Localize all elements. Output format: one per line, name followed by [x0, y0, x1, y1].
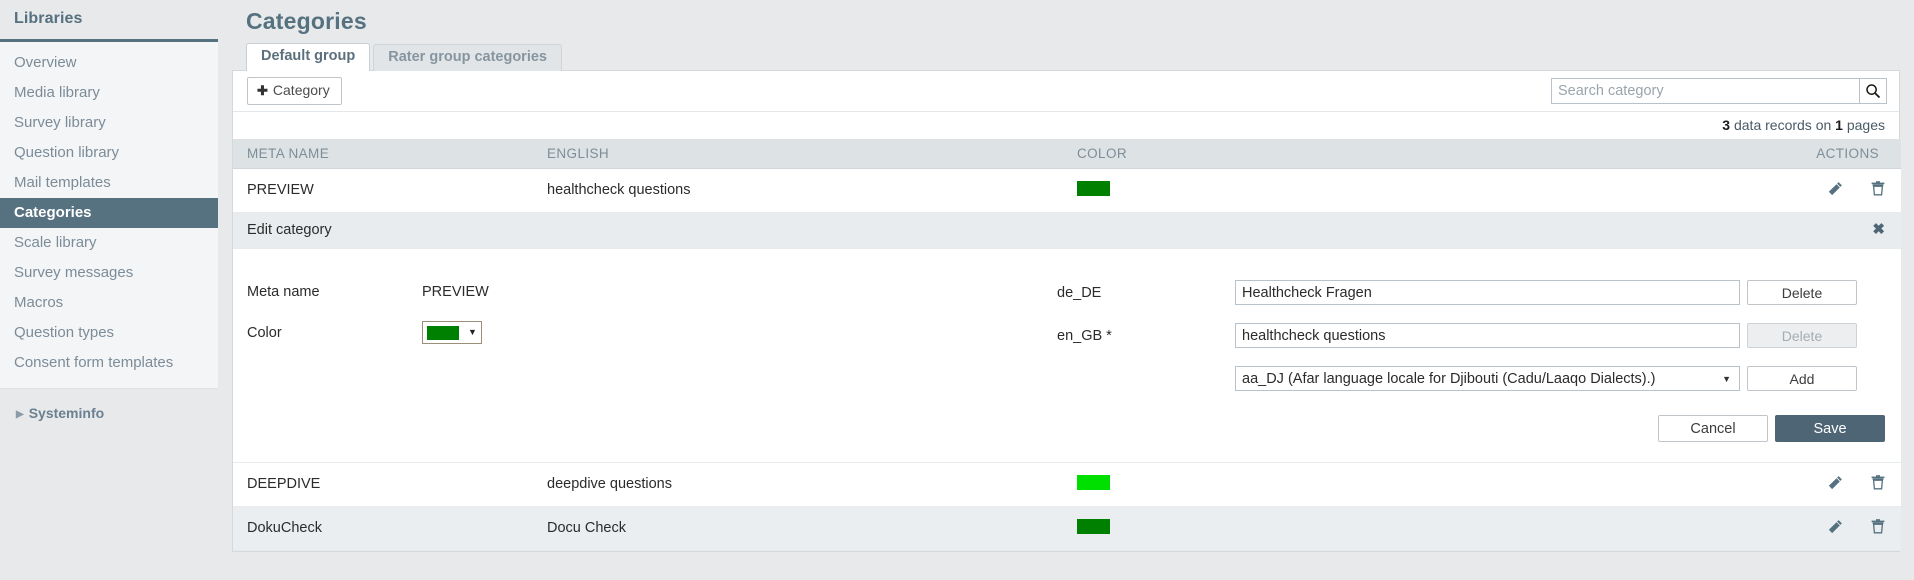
color-picker-swatch [427, 325, 459, 340]
tab-rater-group-categories[interactable]: Rater group categories [373, 44, 562, 71]
table-header: META NAME ENGLISH COLOR ACTIONS [233, 139, 1901, 169]
cell-actions [1623, 168, 1901, 213]
systeminfo-toggle[interactable]: ▶ Systeminfo [16, 405, 218, 421]
tab-default-group[interactable]: Default group [246, 43, 371, 71]
meta-name-value: PREVIEW [422, 283, 489, 300]
categories-table: META NAME ENGLISH COLOR ACTIONS PREVIEW … [233, 139, 1901, 551]
sidebar-item-consent-form-templates[interactable]: Consent form templates [0, 348, 218, 378]
edit-category-body-row: Meta name PREVIEW Color ▼ de_DE Healthch… [233, 248, 1901, 463]
color-label: Color [247, 324, 282, 341]
cell-meta-name: DEEPDIVE [233, 462, 533, 507]
record-count: 3 data records on 1 pages [233, 111, 1899, 139]
record-pages-number: 1 [1835, 117, 1843, 133]
sidebar-item-survey-messages[interactable]: Survey messages [0, 258, 218, 288]
sidebar-item-scale-library[interactable]: Scale library [0, 228, 218, 258]
edit-left-column: Meta name PREVIEW Color ▼ [247, 271, 1057, 442]
cell-color [1063, 462, 1623, 507]
page-title: Categories [246, 8, 367, 34]
sidebar-footer: ▶ Systeminfo [0, 389, 218, 421]
sidebar-item-mail-templates[interactable]: Mail templates [0, 168, 218, 198]
cancel-button[interactable]: Cancel [1658, 415, 1768, 442]
trash-icon[interactable] [1871, 474, 1885, 494]
cell-english: healthcheck questions [533, 168, 1063, 213]
sidebar-item-question-types[interactable]: Question types [0, 318, 218, 348]
add-category-label: Category [272, 82, 330, 98]
translation-input-de[interactable] [1235, 280, 1740, 305]
table-header-row: META NAME ENGLISH COLOR ACTIONS [233, 139, 1901, 169]
table-row[interactable]: DokuCheck Docu Check [233, 506, 1901, 551]
cell-actions [1623, 462, 1901, 507]
color-picker[interactable]: ▼ [422, 321, 482, 344]
add-locale-button[interactable]: Add [1747, 366, 1857, 391]
cell-actions [1623, 506, 1901, 551]
sidebar: Libraries Overview Media library Survey … [0, 0, 218, 580]
meta-name-field-row: Meta name PREVIEW [247, 271, 1057, 312]
sidebar-nav: Overview Media library Survey library Qu… [0, 39, 218, 388]
main-content: Categories Default group Rater group cat… [218, 0, 1914, 580]
save-button[interactable]: Save [1775, 415, 1885, 442]
sidebar-item-media-library[interactable]: Media library [0, 78, 218, 108]
cell-color [1063, 506, 1623, 551]
sidebar-item-macros[interactable]: Macros [0, 288, 218, 318]
pencil-icon[interactable] [1828, 181, 1843, 200]
table-row[interactable]: PREVIEW healthcheck questions [233, 168, 1901, 213]
meta-name-label: Meta name [247, 283, 320, 300]
sidebar-item-survey-library[interactable]: Survey library [0, 108, 218, 138]
plus-icon: ✚ [257, 83, 268, 98]
trash-icon[interactable] [1871, 518, 1885, 538]
close-icon[interactable]: ✖ [1872, 222, 1885, 237]
app-root: Libraries Overview Media library Survey … [0, 0, 1914, 580]
edit-form-footer: Cancel Save [1057, 400, 1885, 442]
trash-icon[interactable] [1871, 180, 1885, 200]
translation-row-en: en_GB * Delete [1057, 314, 1885, 357]
column-header-meta-name[interactable]: META NAME [233, 139, 533, 169]
edit-category-header-row: Edit category ✖ [233, 212, 1901, 249]
edit-category-heading: Edit category [247, 222, 332, 238]
add-category-button[interactable]: ✚ Category [247, 77, 342, 105]
pencil-icon[interactable] [1828, 519, 1843, 538]
column-header-english[interactable]: ENGLISH [533, 139, 1063, 169]
chevron-down-icon: ▼ [468, 327, 477, 337]
delete-translation-de-button[interactable]: Delete [1747, 280, 1857, 305]
sidebar-item-categories[interactable]: Categories [0, 198, 218, 228]
sidebar-item-overview[interactable]: Overview [0, 48, 218, 78]
panel-toolbar: ✚ Category [233, 71, 1899, 111]
cell-english: Docu Check [533, 506, 1063, 551]
add-locale-row: aa_DJ (Afar language locale for Djibouti… [1057, 357, 1885, 400]
translation-row-de: de_DE Delete [1057, 271, 1885, 314]
locale-label-en: en_GB * [1057, 327, 1112, 344]
cell-meta-name: PREVIEW [233, 168, 533, 213]
tab-bar: Default group Rater group categories [232, 43, 1914, 71]
systeminfo-label: Systeminfo [28, 405, 105, 421]
cell-english: deepdive questions [533, 462, 1063, 507]
sidebar-title: Libraries [14, 10, 83, 27]
search-button[interactable] [1859, 78, 1887, 104]
search-area [1551, 78, 1887, 104]
caret-right-icon: ▶ [16, 409, 24, 420]
sidebar-item-question-library[interactable]: Question library [0, 138, 218, 168]
translation-input-en[interactable] [1235, 323, 1740, 348]
cell-meta-name: DokuCheck [233, 506, 533, 551]
column-header-actions: ACTIONS [1623, 139, 1901, 169]
search-input[interactable] [1551, 78, 1859, 104]
cell-color [1063, 168, 1623, 213]
categories-panel: ✚ Category 3 data records on 1 pages [232, 70, 1901, 552]
color-field-row: Color ▼ [247, 312, 1057, 353]
table-body: PREVIEW healthcheck questions Edit categ… [233, 168, 1901, 551]
record-count-number: 3 [1722, 117, 1731, 133]
delete-translation-en-button: Delete [1747, 323, 1857, 348]
color-swatch [1077, 180, 1110, 196]
locale-label-de: de_DE [1057, 284, 1102, 301]
color-swatch [1077, 474, 1110, 490]
pencil-icon[interactable] [1828, 475, 1843, 494]
table-row[interactable]: DEEPDIVE deepdive questions [233, 462, 1901, 507]
edit-right-column: de_DE Delete en_GB * Delete [1057, 271, 1885, 442]
locale-select[interactable]: aa_DJ (Afar language locale for Djibouti… [1235, 366, 1740, 391]
search-icon [1866, 84, 1881, 99]
column-header-color[interactable]: COLOR [1063, 139, 1623, 169]
color-swatch [1077, 518, 1110, 534]
